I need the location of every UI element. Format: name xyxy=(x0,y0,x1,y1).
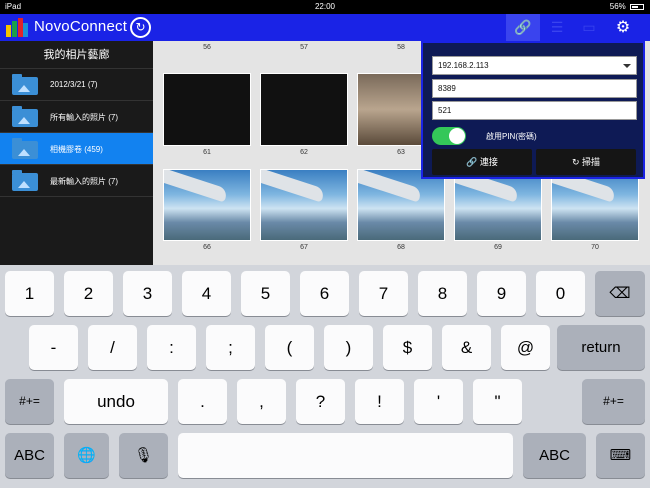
key-slash[interactable]: / xyxy=(88,325,137,370)
key-8[interactable]: 8 xyxy=(418,271,467,316)
sidebar-item-camera-roll[interactable]: 相機膠卷 (459) xyxy=(0,133,153,165)
key-ampersand[interactable]: & xyxy=(442,325,491,370)
key-apostrophe[interactable]: ' xyxy=(414,379,463,424)
sidebar-item-date-album[interactable]: 2012/3/21 (7) xyxy=(0,69,153,101)
sidebar-item-label: 2012/3/21 (7) xyxy=(50,80,98,89)
key-close-paren[interactable]: ) xyxy=(324,325,373,370)
sidebar-item-all-imported[interactable]: 所有輸入的照片 (7) xyxy=(0,101,153,133)
screen-icon[interactable]: ▭ xyxy=(572,14,606,41)
photo-thumbnail[interactable]: 56 xyxy=(163,41,251,54)
sidebar-title: 我的相片藝廊 xyxy=(0,41,153,69)
ip-address-select[interactable]: 192.168.2.113 xyxy=(432,56,637,75)
space-bar[interactable] xyxy=(178,433,513,478)
key-exclamation[interactable]: ! xyxy=(355,379,404,424)
clock: 22:00 xyxy=(314,2,336,11)
key-minus[interactable]: - xyxy=(29,325,78,370)
onscreen-keyboard: 1 2 3 4 5 6 7 8 9 0 ⌫ - / : ; ( ) $ & @ … xyxy=(0,265,650,488)
photo-thumbnail[interactable]: 69 xyxy=(454,169,542,254)
backspace-icon[interactable]: ⌫ xyxy=(595,271,645,316)
folder-icon xyxy=(12,170,38,191)
ip-address-value: 192.168.2.113 xyxy=(438,61,489,70)
globe-icon[interactable]: 🌐 xyxy=(64,433,109,478)
folder-icon xyxy=(12,74,38,95)
photo-number: 68 xyxy=(397,244,405,251)
abc-key-right[interactable]: ABC xyxy=(523,433,586,478)
key-1[interactable]: 1 xyxy=(5,271,54,316)
photo-thumbnail[interactable]: 70 xyxy=(551,169,639,254)
link-icon: 🔗 xyxy=(466,157,478,167)
undo-key[interactable]: undo xyxy=(64,379,168,424)
sidebar-item-label: 所有輸入的照片 (7) xyxy=(50,113,118,122)
keyboard-hide-icon[interactable]: ⌨ xyxy=(596,433,645,478)
key-3[interactable]: 3 xyxy=(123,271,172,316)
key-period[interactable]: . xyxy=(178,379,227,424)
link-icon[interactable]: 🔗 xyxy=(506,14,540,41)
photo-thumbnail[interactable]: 68 xyxy=(357,169,445,254)
battery-icon xyxy=(630,3,644,10)
key-question[interactable]: ? xyxy=(296,379,345,424)
key-quote[interactable]: " xyxy=(473,379,522,424)
photo-number: 67 xyxy=(300,244,308,251)
key-5[interactable]: 5 xyxy=(241,271,290,316)
status-bar: iPad 22:00 56% xyxy=(0,0,650,14)
chevron-down-icon xyxy=(623,64,631,68)
novoconnect-logo-icon xyxy=(6,18,28,37)
photo-number: 56 xyxy=(203,44,211,51)
sidebar-item-label: 相機膠卷 (459) xyxy=(50,145,103,154)
key-2[interactable]: 2 xyxy=(64,271,113,316)
pin-toggle[interactable] xyxy=(432,127,466,145)
photo-thumbnail[interactable]: 62 xyxy=(260,73,348,159)
symbols-toggle-right[interactable]: #+= xyxy=(582,379,645,424)
connect-label: 連接 xyxy=(479,157,498,167)
scan-button[interactable]: ↻ 掃描 xyxy=(536,149,636,175)
pin-toggle-label: 啟用PIN(密碼) xyxy=(486,132,537,141)
photo-number: 62 xyxy=(300,149,308,156)
battery-percent: 56% xyxy=(609,2,626,11)
photo-thumbnail[interactable]: 57 xyxy=(260,41,348,54)
key-9[interactable]: 9 xyxy=(477,271,526,316)
key-semicolon[interactable]: ; xyxy=(206,325,255,370)
photo-thumbnail[interactable]: 66 xyxy=(163,169,251,254)
sidebar-item-label: 最新輸入的照片 (7) xyxy=(50,177,118,186)
refresh-icon: ↻ xyxy=(571,157,580,167)
connect-popover: 192.168.2.113 8389 521 啟用PIN(密碼) 🔗 連接 ↻ … xyxy=(421,41,645,179)
photo-number: 61 xyxy=(203,149,211,156)
port-field[interactable]: 8389 xyxy=(432,79,637,98)
app-title: NovoConnect xyxy=(34,18,128,35)
key-open-paren[interactable]: ( xyxy=(265,325,314,370)
key-at[interactable]: @ xyxy=(501,325,550,370)
connect-button[interactable]: 🔗 連接 xyxy=(432,149,532,175)
folder-icon xyxy=(12,106,38,127)
key-colon[interactable]: : xyxy=(147,325,196,370)
return-key[interactable]: return xyxy=(557,325,645,370)
key-4[interactable]: 4 xyxy=(182,271,231,316)
photo-thumbnail[interactable]: 67 xyxy=(260,169,348,254)
app-header: NovoConnect ↻ 🔗 ☰ ▭ ⚙ xyxy=(0,14,650,41)
photo-number: 70 xyxy=(591,244,599,251)
battery-indicator: 56% xyxy=(610,0,644,14)
sidebar: 我的相片藝廊 2012/3/21 (7) 所有輸入的照片 (7) 相機膠卷 (4… xyxy=(0,41,153,265)
sidebar-item-last-imported[interactable]: 最新輸入的照片 (7) xyxy=(0,165,153,197)
microphone-icon[interactable]: 🎙 xyxy=(119,433,168,478)
key-comma[interactable]: , xyxy=(237,379,286,424)
key-0[interactable]: 0 xyxy=(536,271,585,316)
symbols-toggle-left[interactable]: #+= xyxy=(5,379,54,424)
photo-number: 69 xyxy=(494,244,502,251)
settings-icon[interactable]: ⚙ xyxy=(606,14,640,41)
list-icon[interactable]: ☰ xyxy=(540,14,574,41)
pin-value: 521 xyxy=(438,106,452,115)
photo-thumbnail[interactable]: 61 xyxy=(163,73,251,159)
refresh-icon[interactable]: ↻ xyxy=(130,17,151,38)
photo-number: 66 xyxy=(203,244,211,251)
port-value: 8389 xyxy=(438,84,456,93)
key-7[interactable]: 7 xyxy=(359,271,408,316)
key-dollar[interactable]: $ xyxy=(383,325,432,370)
photo-number: 57 xyxy=(300,44,308,51)
abc-key-left[interactable]: ABC xyxy=(5,433,54,478)
key-6[interactable]: 6 xyxy=(300,271,349,316)
scan-label: 掃描 xyxy=(582,157,601,167)
folder-icon xyxy=(12,138,38,159)
pin-field[interactable]: 521 xyxy=(432,101,637,120)
